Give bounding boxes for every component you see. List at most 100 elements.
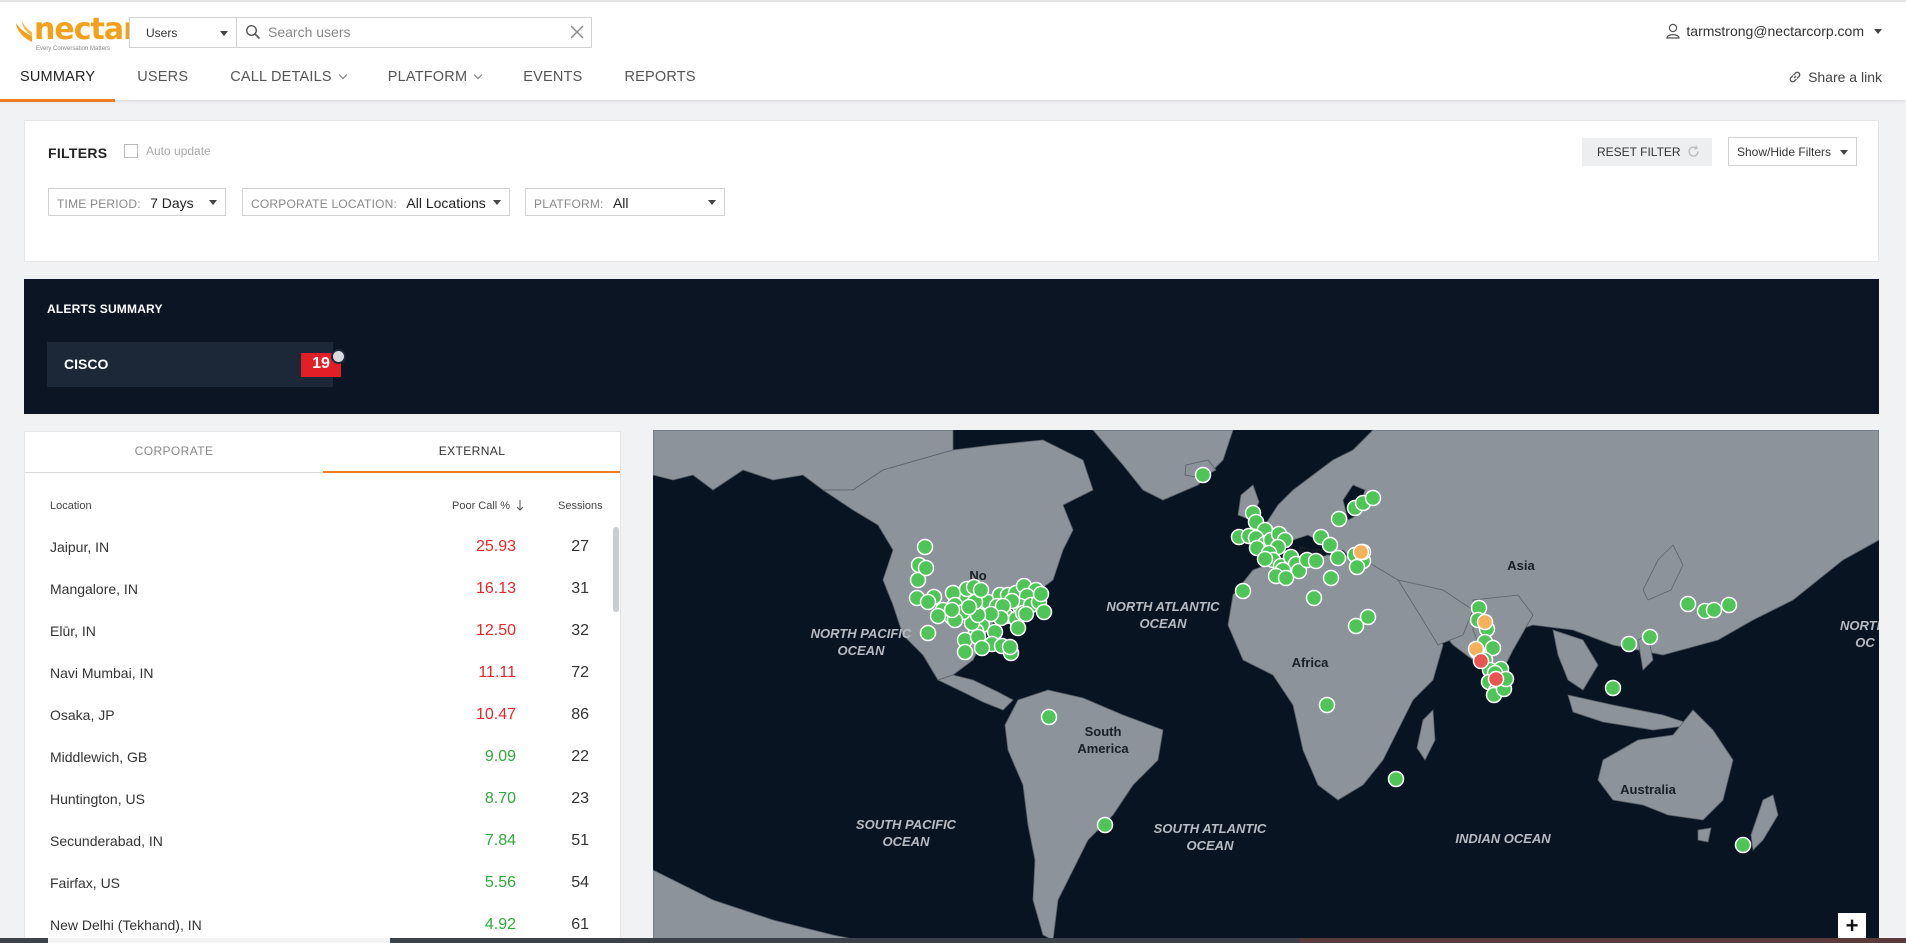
location-marker-good[interactable] — [1318, 696, 1336, 714]
table-row[interactable]: Jaipur, IN 25.93 27 — [25, 527, 620, 569]
location-marker-warning[interactable] — [1352, 543, 1370, 561]
auto-update-label: Auto update — [146, 144, 211, 158]
location-marker-good[interactable] — [919, 593, 937, 611]
close-icon[interactable] — [569, 24, 585, 40]
location-marker-good[interactable] — [1679, 595, 1697, 613]
row-poor-call: 10.47 — [475, 706, 516, 723]
column-poor-call[interactable]: Poor Call % — [452, 500, 524, 512]
show-hide-filters-button[interactable]: Show/Hide Filters — [1728, 137, 1857, 166]
user-menu[interactable]: tarmstrong@nectarcorp.com — [1666, 23, 1882, 39]
table-row[interactable]: Osaka, JP 10.47 86 — [25, 695, 620, 737]
location-marker-good[interactable] — [1359, 608, 1377, 626]
location-marker-good[interactable] — [1035, 603, 1053, 621]
location-marker-good[interactable] — [1017, 605, 1035, 623]
location-marker-good[interactable] — [916, 538, 934, 556]
zoom-in-button[interactable]: + — [1838, 913, 1866, 941]
tab-reports-label: REPORTS — [624, 69, 696, 85]
location-marker-good[interactable] — [1277, 569, 1295, 587]
search-bar: Users — [129, 17, 592, 48]
nectar-logo[interactable]: nectar Every Conversation Matters — [12, 12, 138, 52]
location-marker-good[interactable] — [1604, 679, 1622, 697]
land-madagascar — [1416, 709, 1436, 761]
location-marker-good[interactable] — [1705, 601, 1723, 619]
land-se-asia — [1552, 629, 1599, 691]
search-input[interactable] — [268, 22, 548, 42]
location-marker-good[interactable] — [929, 607, 947, 625]
column-location[interactable]: Location — [50, 500, 92, 512]
scrollbar[interactable] — [613, 527, 619, 612]
land-antarctica-edge — [653, 869, 874, 943]
share-link-button[interactable]: Share a link — [1788, 69, 1882, 85]
location-marker-good[interactable] — [1734, 836, 1752, 854]
location-marker-good[interactable] — [1009, 619, 1027, 637]
location-marker-good[interactable] — [973, 639, 991, 657]
search-type-select[interactable]: Users — [130, 18, 237, 47]
column-sessions[interactable]: Sessions — [558, 500, 603, 512]
table-row[interactable]: Navi Mumbai, IN 11.11 72 — [25, 653, 620, 695]
row-sessions: 86 — [571, 706, 589, 723]
row-poor-call: 9.09 — [484, 748, 516, 765]
tab-summary[interactable]: SUMMARY — [0, 60, 116, 102]
table-row[interactable]: Elūr, IN 12.50 32 — [25, 611, 620, 653]
location-marker-warning[interactable] — [1476, 613, 1494, 631]
table-row[interactable]: Middlewich, GB 9.09 22 — [25, 737, 620, 779]
row-sessions: 72 — [571, 664, 589, 681]
table-row[interactable]: Huntington, US 8.70 23 — [25, 779, 620, 821]
time-period-select[interactable]: TIME PERIOD: 7 Days — [48, 188, 226, 216]
location-marker-good[interactable] — [1387, 770, 1405, 788]
user-email: tarmstrong@nectarcorp.com — [1686, 23, 1864, 39]
tab-reports[interactable]: REPORTS — [624, 60, 695, 102]
location-marker-good[interactable] — [1330, 510, 1348, 528]
auto-update-toggle[interactable]: Auto update — [124, 144, 211, 158]
location-marker-good[interactable] — [1620, 635, 1638, 653]
caret-down-icon — [493, 200, 501, 205]
location-marker-good[interactable] — [1348, 558, 1366, 576]
corporate-location-select[interactable]: CORPORATE LOCATION: All Locations — [242, 188, 510, 216]
location-marker-good[interactable] — [1096, 816, 1114, 834]
table-row[interactable]: Secunderabad, IN 7.84 51 — [25, 821, 620, 863]
alert-card-name: CISCO — [64, 356, 109, 372]
location-marker-good[interactable] — [943, 601, 961, 619]
location-marker-good[interactable] — [919, 624, 937, 642]
location-marker-good[interactable] — [960, 598, 978, 616]
tab-call-details[interactable]: CALL DETAILS — [230, 60, 348, 102]
search-icon — [245, 24, 261, 40]
reset-filter-button[interactable]: RESET FILTER — [1582, 138, 1712, 166]
table-row[interactable]: Fairfax, US 5.56 54 — [25, 863, 620, 905]
auto-update-checkbox[interactable] — [124, 144, 138, 158]
row-poor-call: 5.56 — [484, 874, 516, 891]
location-marker-good[interactable] — [956, 643, 974, 661]
location-marker-good[interactable] — [1032, 585, 1050, 603]
tab-platform[interactable]: PLATFORM — [388, 60, 483, 102]
tab-corporate[interactable]: CORPORATE — [25, 432, 323, 473]
tab-users[interactable]: USERS — [137, 60, 188, 102]
location-marker-good[interactable] — [1305, 589, 1323, 607]
tab-events[interactable]: EVENTS — [523, 60, 582, 102]
location-marker-good[interactable] — [1364, 489, 1382, 507]
tab-call-details-label: CALL DETAILS — [230, 69, 332, 85]
location-marker-good[interactable] — [917, 559, 935, 577]
location-marker-critical[interactable] — [1472, 652, 1490, 670]
row-sessions: 61 — [571, 916, 589, 933]
platform-select[interactable]: PLATFORM: All — [525, 188, 725, 216]
tab-external[interactable]: EXTERNAL — [323, 432, 620, 473]
location-marker-good[interactable] — [1256, 550, 1274, 568]
location-marker-good[interactable] — [1040, 708, 1058, 726]
alert-card-cisco[interactable]: CISCO 19 — [47, 342, 346, 387]
table-row[interactable]: Mangalore, IN 16.13 31 — [25, 569, 620, 611]
location-marker-good[interactable] — [1234, 582, 1252, 600]
location-marker-good[interactable] — [1322, 569, 1340, 587]
location-marker-good[interactable] — [1329, 549, 1347, 567]
location-marker-critical[interactable] — [1487, 670, 1505, 688]
row-location: Fairfax, US — [50, 875, 121, 891]
location-marker-good[interactable] — [1307, 552, 1325, 570]
location-marker-good[interactable] — [972, 581, 990, 599]
time-period-label: TIME PERIOD: — [57, 197, 141, 211]
land-new-zealand — [1750, 794, 1779, 851]
map-label-north-pacific-2: OCEAN — [838, 643, 886, 658]
location-marker-good[interactable] — [1641, 628, 1659, 646]
location-marker-good[interactable] — [1720, 596, 1738, 614]
location-marker-good[interactable] — [1001, 638, 1019, 656]
location-marker-good[interactable] — [1194, 466, 1212, 484]
world-map[interactable]: NORTH PACIFIC OCEAN NORTH ATLANTIC OCEAN… — [653, 430, 1879, 943]
